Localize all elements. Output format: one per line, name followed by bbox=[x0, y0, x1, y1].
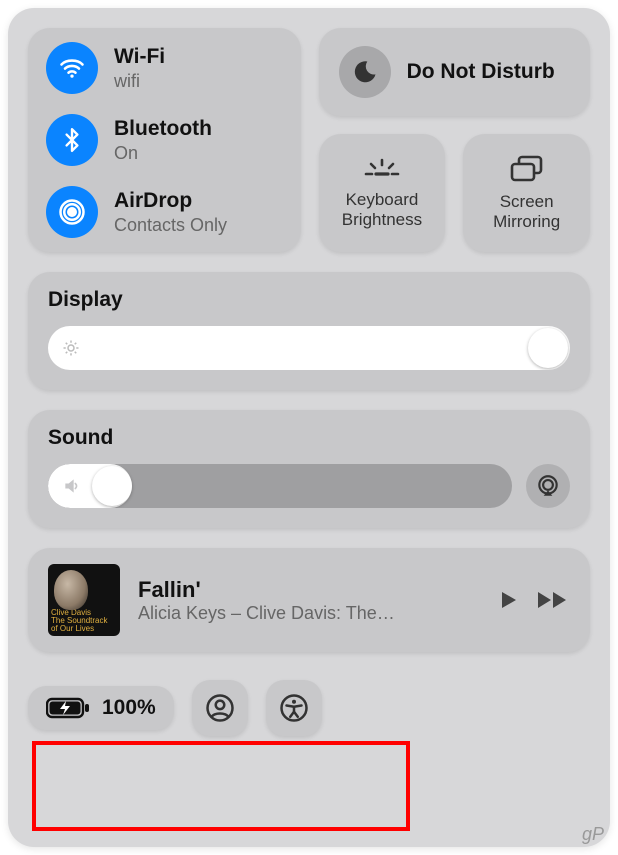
wifi-status: wifi bbox=[114, 71, 165, 92]
wifi-text: Wi-Fi wifi bbox=[114, 45, 165, 92]
keyboard-brightness-button[interactable]: Keyboard Brightness bbox=[319, 134, 446, 252]
display-slider-thumb[interactable] bbox=[528, 328, 568, 368]
wifi-icon bbox=[46, 42, 98, 94]
annotation-highlight bbox=[32, 741, 410, 831]
bluetooth-text: Bluetooth On bbox=[114, 117, 212, 164]
display-card: Display bbox=[28, 272, 590, 390]
airdrop-label: AirDrop bbox=[114, 189, 227, 213]
speaker-icon bbox=[62, 476, 82, 496]
screen-mirroring-label: Screen Mirroring bbox=[469, 192, 584, 233]
accessibility-button[interactable] bbox=[266, 680, 322, 736]
battery-button[interactable]: 100% bbox=[28, 686, 174, 730]
album-art: Clive Davis The Soundtrack of Our Lives bbox=[48, 564, 120, 636]
airdrop-toggle[interactable]: AirDrop Contacts Only bbox=[46, 186, 283, 238]
watermark: gP bbox=[582, 824, 604, 845]
airplay-audio-button[interactable] bbox=[526, 464, 570, 508]
bluetooth-toggle[interactable]: Bluetooth On bbox=[46, 114, 283, 166]
play-button[interactable] bbox=[496, 588, 520, 612]
display-heading: Display bbox=[48, 288, 570, 312]
screen-mirroring-icon bbox=[508, 154, 546, 184]
album-art-line3: of Our Lives bbox=[51, 625, 117, 633]
next-button[interactable] bbox=[536, 588, 570, 612]
display-slider[interactable] bbox=[48, 326, 570, 370]
now-playing-card[interactable]: Clive Davis The Soundtrack of Our Lives … bbox=[28, 548, 590, 652]
sun-icon bbox=[62, 339, 80, 357]
now-playing-text: Fallin' Alicia Keys – Clive Davis: The… bbox=[138, 577, 478, 624]
keyboard-brightness-label: Keyboard Brightness bbox=[325, 190, 440, 231]
playback-controls bbox=[496, 588, 570, 612]
bottom-row: 100% bbox=[28, 680, 590, 736]
track-title: Fallin' bbox=[138, 577, 478, 603]
bluetooth-status: On bbox=[114, 143, 212, 164]
shortcuts-row: Keyboard Brightness Screen Mirroring bbox=[319, 134, 590, 252]
bluetooth-icon bbox=[46, 114, 98, 166]
sound-card: Sound bbox=[28, 410, 590, 528]
dnd-label: Do Not Disturb bbox=[407, 59, 555, 84]
wifi-label: Wi-Fi bbox=[114, 45, 165, 69]
airdrop-status: Contacts Only bbox=[114, 215, 227, 236]
control-center-panel: Wi-Fi wifi Bluetooth On bbox=[8, 8, 610, 847]
top-row: Wi-Fi wifi Bluetooth On bbox=[28, 28, 590, 252]
track-detail: Alicia Keys – Clive Davis: The… bbox=[138, 603, 478, 624]
moon-icon bbox=[339, 46, 391, 98]
keyboard-brightness-icon bbox=[362, 156, 402, 182]
screen-mirroring-button[interactable]: Screen Mirroring bbox=[463, 134, 590, 252]
user-switch-button[interactable] bbox=[192, 680, 248, 736]
battery-text: 100% bbox=[102, 696, 156, 720]
sound-heading: Sound bbox=[48, 426, 570, 450]
sound-slider-thumb[interactable] bbox=[92, 466, 132, 506]
connectivity-card: Wi-Fi wifi Bluetooth On bbox=[28, 28, 301, 252]
top-right-column: Do Not Disturb Keyboard Brig bbox=[319, 28, 590, 252]
airdrop-text: AirDrop Contacts Only bbox=[114, 189, 227, 236]
bluetooth-label: Bluetooth bbox=[114, 117, 212, 141]
airdrop-icon bbox=[46, 186, 98, 238]
wifi-toggle[interactable]: Wi-Fi wifi bbox=[46, 42, 283, 94]
sound-slider[interactable] bbox=[48, 464, 512, 508]
dnd-toggle[interactable]: Do Not Disturb bbox=[319, 28, 590, 116]
battery-charging-icon bbox=[46, 696, 90, 720]
